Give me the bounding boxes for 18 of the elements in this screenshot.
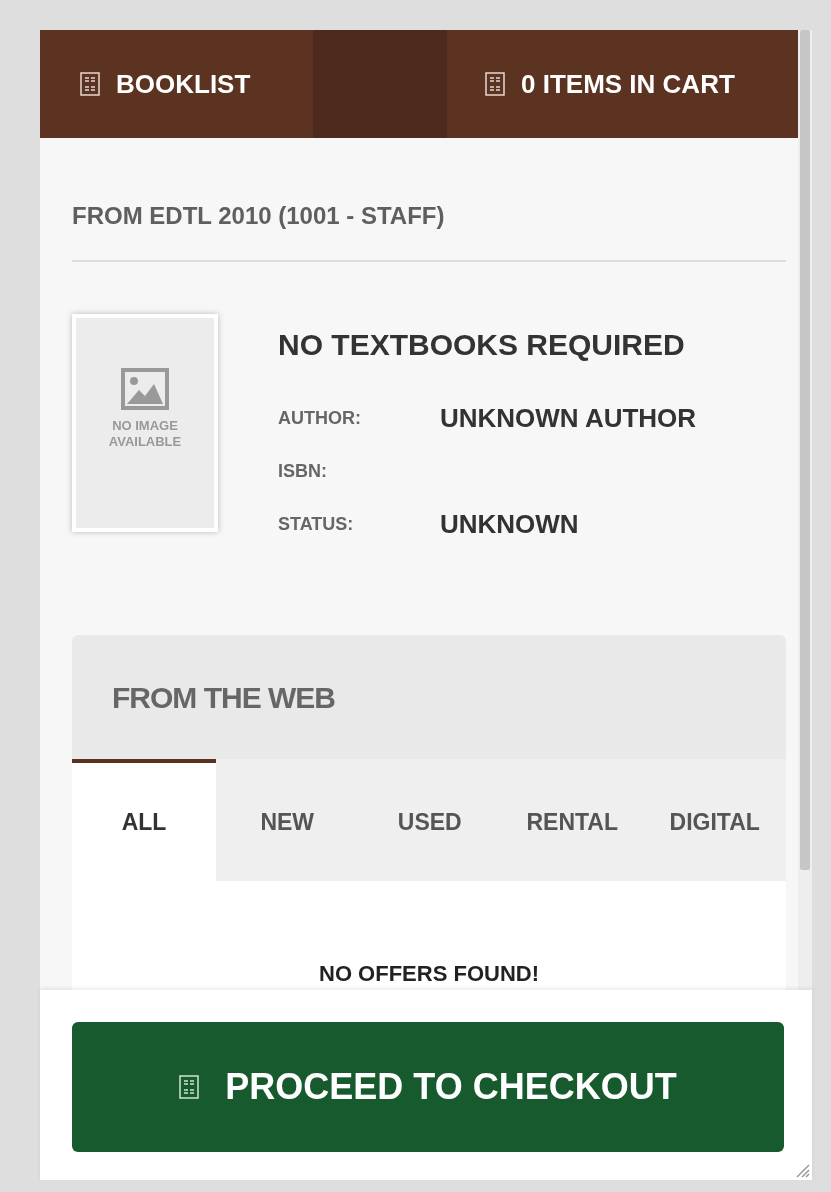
no-image-text: NO IMAGE AVAILABLE (107, 418, 183, 450)
field-label: ISBN: (278, 459, 328, 483)
offer-tab[interactable]: ALL (72, 759, 216, 881)
booklist-link[interactable]: BOOKLIST (40, 30, 313, 138)
field-value: UNKNOWN AUTHOR (440, 401, 697, 435)
book-title: NO TEXTBOOKS REQUIRED (278, 327, 686, 363)
field-label: STATUS: (278, 512, 355, 536)
offer-tab[interactable]: DIGITAL (643, 759, 786, 881)
cart-link[interactable]: 0 ITEMS IN CART (447, 30, 735, 138)
field-label: AUTHOR: (278, 406, 362, 430)
offer-tab[interactable]: USED (358, 759, 501, 881)
course-heading: FROM EDTL 2010 (1001 - STAFF) (72, 138, 786, 262)
offer-tab[interactable]: RENTAL (501, 759, 644, 881)
field-value: UNKNOWN (440, 507, 579, 541)
section-heading: FROM THE WEB (72, 635, 786, 759)
checkout-button[interactable]: PROCEED TO CHECKOUT (72, 1022, 784, 1152)
offer-tab[interactable]: NEW (216, 759, 359, 881)
empty-message: NO OFFERS FOUND! (319, 960, 539, 988)
